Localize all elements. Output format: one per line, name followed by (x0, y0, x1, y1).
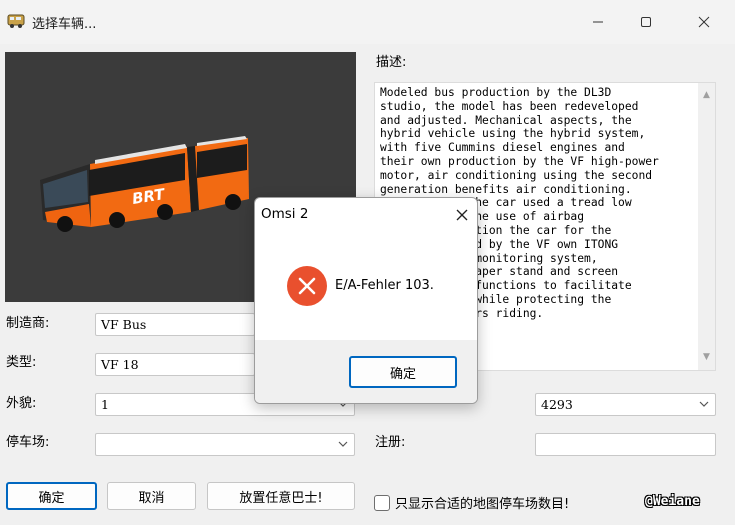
chevron-down-icon (699, 401, 709, 407)
close-button[interactable] (681, 0, 727, 44)
manufacturer-field[interactable]: VF Bus (95, 313, 255, 336)
place-any-bus-button[interactable]: 放置任意巴士! (207, 482, 355, 510)
depot-select[interactable] (95, 433, 355, 456)
registration-field[interactable] (535, 433, 716, 456)
description-scrollbar[interactable]: ▲ ▼ (698, 83, 715, 370)
scroll-up-icon[interactable]: ▲ (702, 91, 711, 100)
ok-button[interactable]: 确定 (6, 482, 97, 510)
type-field[interactable]: VF 18 (95, 353, 255, 376)
number-value: 4293 (541, 397, 573, 412)
registration-label: 注册: (375, 435, 406, 450)
watermark: @Weiane (645, 494, 700, 509)
dialog-ok-button[interactable]: 确定 (349, 356, 457, 388)
close-icon (698, 16, 710, 28)
fitting-depots-checkbox-row[interactable]: 只显示合适的地图停车场数目! (374, 493, 569, 512)
description-label: 描述: (376, 55, 407, 70)
fitting-depots-label: 只显示合适的地图停车场数目! (395, 497, 570, 512)
dialog-footer: 确定 (255, 340, 477, 403)
title-bar: 选择车辆... (0, 0, 735, 44)
depot-label: 停车场: (6, 435, 50, 450)
livery-label: 外貌: (6, 396, 37, 411)
bus-app-icon (7, 14, 25, 28)
scroll-down-icon[interactable]: ▼ (702, 353, 711, 362)
error-icon (287, 266, 327, 306)
error-dialog: Omsi 2 E/A-Fehler 103. 确定 (254, 197, 478, 404)
window-title: 选择车辆... (32, 17, 97, 32)
dialog-message: E/A-Fehler 103. (335, 278, 434, 293)
dialog-title: Omsi 2 (261, 206, 309, 222)
chevron-down-icon (338, 441, 348, 447)
type-label: 类型: (6, 355, 37, 370)
number-select[interactable]: 4293 (535, 393, 716, 416)
maximize-icon (641, 17, 651, 27)
livery-value: 1 (101, 397, 109, 412)
maximize-button[interactable] (623, 0, 669, 44)
fitting-depots-checkbox[interactable] (374, 494, 390, 511)
close-icon[interactable] (453, 206, 471, 224)
minimize-icon (593, 21, 603, 23)
cancel-button[interactable]: 取消 (107, 482, 196, 510)
minimize-button[interactable] (575, 0, 621, 44)
manufacturer-label: 制造商: (6, 316, 50, 331)
